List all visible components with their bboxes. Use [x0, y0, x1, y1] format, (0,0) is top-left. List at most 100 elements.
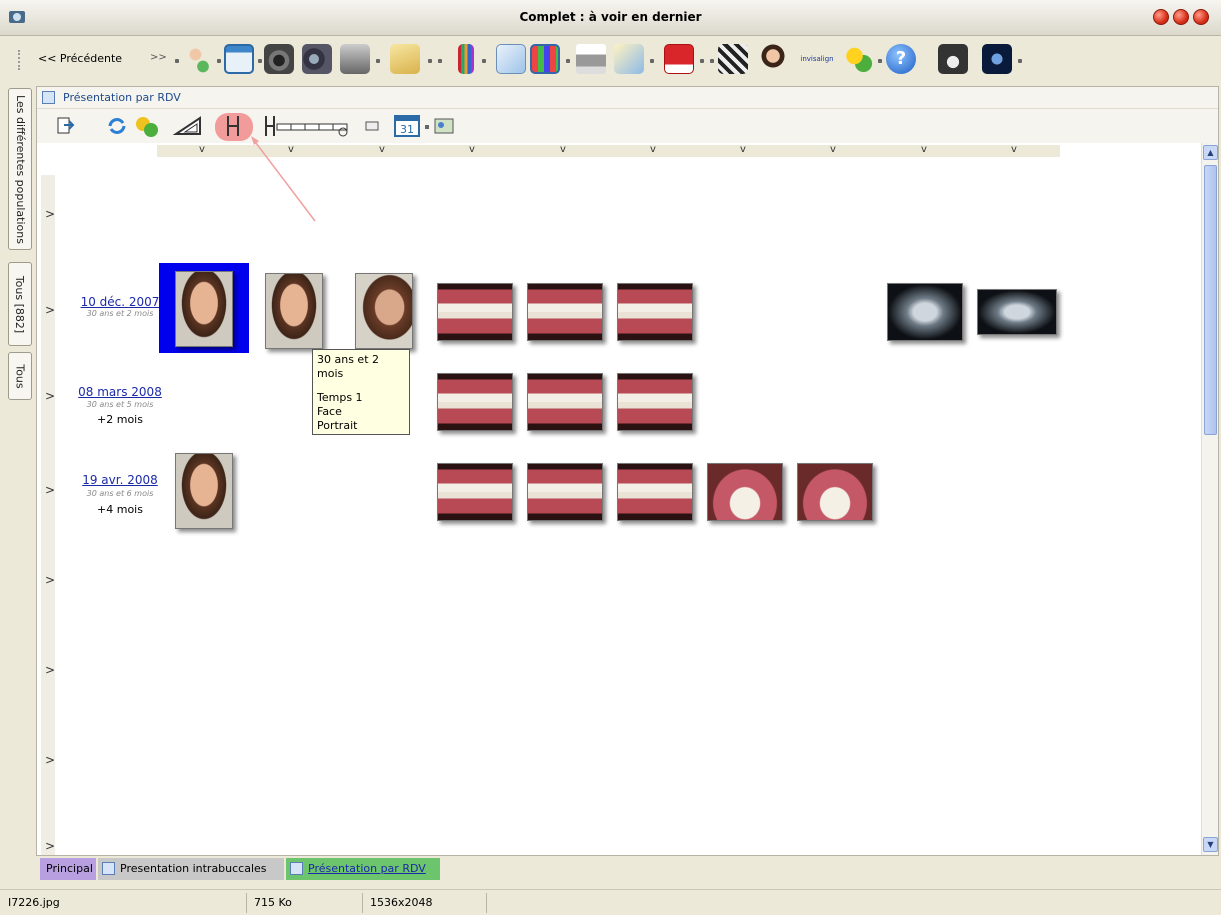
grid-view-icon	[290, 862, 303, 875]
title-bar: Complet : à voir en dernier	[0, 0, 1221, 36]
photo-thumbnail[interactable]	[527, 463, 603, 521]
puzzle-icon[interactable]	[844, 44, 874, 74]
tooltip-time: Temps 1	[317, 391, 363, 404]
close-button[interactable]	[1193, 9, 1209, 25]
paint-brushes-icon[interactable]	[458, 44, 474, 74]
column-marker[interactable]: v	[921, 144, 927, 155]
photo-thumbnail[interactable]	[797, 463, 873, 521]
scrollbar-thumb[interactable]	[1204, 165, 1217, 435]
xray-thumbnail[interactable]	[977, 289, 1057, 335]
presentation-panel: Présentation par RDV 31 v v v v v v v v …	[36, 86, 1219, 856]
vertical-scrollbar[interactable]: ▲ ▼	[1201, 143, 1218, 855]
tab-tous-882-label: Tous [882]	[13, 275, 27, 333]
calendar-icon[interactable]: 31	[393, 114, 421, 138]
photo-thumbnail[interactable]	[617, 373, 693, 431]
email-icon[interactable]	[614, 44, 644, 74]
row-expand-chevron[interactable]: >	[45, 389, 55, 403]
maximize-button[interactable]	[1173, 9, 1189, 25]
column-marker[interactable]: v	[469, 144, 475, 155]
grid-icon[interactable]	[530, 44, 560, 74]
visit-age: 30 ans et 5 mois	[86, 400, 154, 409]
tab-label: Presentation intrabuccales	[120, 862, 267, 875]
tab-tous-882[interactable]: Tous [882]	[8, 262, 32, 346]
window-layout-icon[interactable]	[224, 44, 254, 74]
minimize-button[interactable]	[1153, 9, 1169, 25]
tooltip-view: Face	[317, 405, 342, 418]
column-marker[interactable]: v	[379, 144, 385, 155]
thumbnail-tooltip: 30 ans et 2 mois Temps 1 Face Portrait	[312, 349, 410, 435]
annotation-arrow	[251, 136, 316, 222]
camera-icon[interactable]	[264, 44, 294, 74]
column-marker[interactable]: v	[650, 144, 656, 155]
help-icon[interactable]: ?	[886, 44, 916, 74]
xray-thumbnail[interactable]	[887, 283, 963, 341]
row-expand-chevron[interactable]: >	[45, 839, 55, 853]
toolbar-grip[interactable]	[18, 50, 21, 70]
photo-thumbnail[interactable]	[437, 373, 513, 431]
visit-date-link[interactable]: 10 déc. 2007	[75, 295, 165, 309]
next-button[interactable]: >>	[150, 52, 167, 63]
tab-tous-label: Tous	[13, 363, 27, 389]
tab-populations[interactable]: Les différentes populations	[8, 88, 32, 250]
patient-icon[interactable]	[182, 44, 212, 74]
photo-thumbnail[interactable]	[527, 283, 603, 341]
face-icon[interactable]	[758, 44, 788, 74]
main-toolbar: << Précédente >> invisalign ?	[10, 40, 1210, 80]
column-marker[interactable]: v	[1011, 144, 1017, 155]
presentation-icon[interactable]	[664, 44, 694, 74]
column-marker[interactable]: v	[830, 144, 836, 155]
photo-thumbnail[interactable]	[617, 283, 693, 341]
svg-text:31: 31	[400, 123, 414, 136]
photo-thumbnail[interactable]	[175, 271, 233, 347]
row-expand-chevron[interactable]: >	[45, 303, 55, 317]
tool-icon-2[interactable]	[982, 44, 1012, 74]
tooltip-age: 30 ans et 2 mois	[317, 353, 380, 380]
row-expand-chevron[interactable]: >	[45, 753, 55, 767]
row-expand-chevron[interactable]: >	[45, 573, 55, 587]
tool-icon-1[interactable]	[938, 44, 968, 74]
photo-thumbnail[interactable]	[527, 373, 603, 431]
column-marker[interactable]: v	[560, 144, 566, 155]
visit-age: 30 ans et 2 mois	[86, 309, 154, 318]
column-marker[interactable]: v	[740, 144, 746, 155]
grid-view-icon	[102, 862, 115, 875]
folder-icon[interactable]	[390, 44, 420, 74]
tab-populations-label: Les différentes populations	[13, 94, 27, 244]
status-filesize: 715 Ko	[254, 896, 292, 909]
visit-delta: +4 mois	[97, 503, 143, 516]
tooltip-type: Portrait	[317, 419, 358, 432]
tab-principal[interactable]: Principal	[40, 858, 96, 880]
row-expand-chevron[interactable]: >	[45, 483, 55, 497]
tab-tous[interactable]: Tous	[8, 352, 32, 400]
invisalign-icon[interactable]: invisalign	[792, 44, 842, 74]
visit-date-link[interactable]: 19 avr. 2008	[75, 473, 165, 487]
photo-thumbnail[interactable]	[265, 273, 323, 349]
status-dimensions: 1536x2048	[370, 896, 433, 909]
scanner-icon[interactable]	[340, 44, 370, 74]
photo-thumbnail[interactable]	[437, 283, 513, 341]
tab-presentation-par-rdv[interactable]: Présentation par RDV	[286, 858, 440, 880]
status-bar: I7226.jpg 715 Ko 1536x2048	[0, 889, 1221, 915]
clapper-icon[interactable]	[718, 44, 748, 74]
visit-date-link[interactable]: 08 mars 2008	[75, 385, 165, 399]
photo-thumbnail[interactable]	[707, 463, 783, 521]
photo-thumbnail[interactable]	[355, 273, 413, 349]
visit-age: 30 ans et 6 mois	[86, 489, 154, 498]
notes-icon[interactable]	[496, 44, 526, 74]
tab-label: Présentation par RDV	[308, 862, 426, 875]
photo-thumbnail[interactable]	[437, 463, 513, 521]
tab-presentation-intrabuccales[interactable]: Presentation intrabuccales	[98, 858, 284, 880]
scroll-down-button[interactable]: ▼	[1203, 837, 1218, 852]
visit-delta: +2 mois	[97, 413, 143, 426]
photo-thumbnail[interactable]	[175, 453, 233, 529]
small-toggle-icon[interactable]	[365, 114, 379, 138]
photo-thumbnail[interactable]	[617, 463, 693, 521]
scroll-up-button[interactable]: ▲	[1203, 145, 1218, 160]
previous-button[interactable]: << Précédente	[38, 52, 122, 65]
row-expand-chevron[interactable]: >	[45, 663, 55, 677]
image-options-icon[interactable]	[433, 114, 455, 138]
window-title: Complet : à voir en dernier	[519, 10, 702, 24]
status-filename: I7226.jpg	[8, 896, 60, 909]
printer-icon[interactable]	[576, 44, 606, 74]
video-camera-icon[interactable]	[302, 44, 332, 74]
